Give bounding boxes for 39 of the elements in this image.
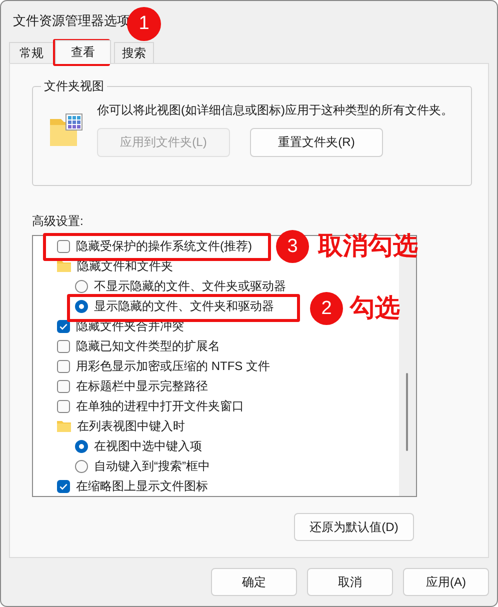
- radio-button[interactable]: [75, 460, 88, 472]
- radio-button[interactable]: [75, 440, 88, 452]
- checkbox[interactable]: [57, 360, 70, 372]
- setting-label: 在视图中选中键入项: [94, 439, 202, 453]
- setting-label: 在单独的进程中打开文件夹窗口: [76, 399, 244, 413]
- radio-button[interactable]: [75, 280, 88, 292]
- folder-icon: [57, 260, 71, 272]
- tab[interactable]: 查看: [55, 40, 111, 64]
- restore-defaults-button[interactable]: 还原为默认值(D): [294, 513, 414, 541]
- folder-button[interactable]: 重置文件夹(R): [250, 128, 383, 157]
- dialog-button[interactable]: 应用(A): [403, 568, 489, 596]
- section-label: 高级设置:: [32, 213, 84, 230]
- checkbox[interactable]: [57, 380, 70, 392]
- tab[interactable]: 常规: [9, 42, 54, 63]
- dialog-button[interactable]: 确定: [211, 568, 297, 596]
- folder-view-icon: [49, 113, 83, 147]
- setting-label: 用彩色显示加密或压缩的 NTFS 文件: [76, 359, 270, 373]
- dialog-button[interactable]: 取消: [307, 568, 393, 596]
- annotation-label: 取消勾选: [318, 231, 418, 262]
- radio-button[interactable]: [75, 300, 88, 312]
- checkbox[interactable]: [57, 480, 70, 492]
- group-title: 文件夹视图: [41, 78, 107, 95]
- setting-label: 隐藏受保护的操作系统文件(推荐): [76, 239, 252, 253]
- checkbox[interactable]: [57, 320, 70, 332]
- setting-label: 在标题栏中显示完整路径: [76, 379, 208, 393]
- setting-label: 在列表视图中键入时: [77, 419, 185, 433]
- description-text: 你可以将此视图(如详细信息或图标)应用于这种类型的所有文件夹。: [97, 102, 453, 119]
- scroll-thumb[interactable]: [406, 373, 408, 451]
- setting-label: 自动键入到“搜索”框中: [94, 459, 210, 473]
- setting-label: 不显示隐藏的文件、文件夹或驱动器: [94, 279, 286, 293]
- setting-label: 显示隐藏的文件、文件夹和驱动器: [94, 299, 274, 313]
- checkbox[interactable]: [57, 340, 70, 352]
- annotation-label: 勾选: [350, 293, 400, 324]
- checkbox[interactable]: [57, 240, 70, 252]
- setting-label: 隐藏已知文件类型的扩展名: [76, 339, 220, 353]
- checkbox[interactable]: [57, 400, 70, 412]
- tab[interactable]: 搜索: [114, 42, 154, 63]
- setting-label: 在缩略图上显示文件图标: [76, 479, 208, 493]
- folder-icon: [57, 420, 71, 432]
